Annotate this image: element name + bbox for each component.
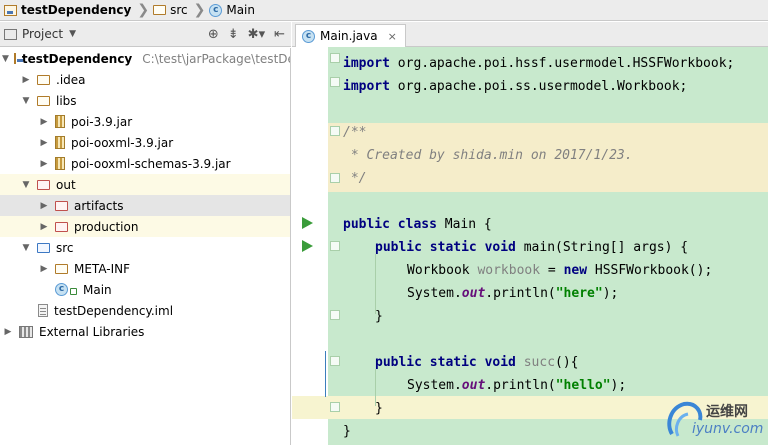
- code-line-class: public class Main {: [343, 217, 492, 232]
- excluded-folder-icon: [55, 200, 68, 211]
- jar-icon: [55, 115, 65, 128]
- code-line-main: public static void main(String[] args) {: [375, 240, 689, 255]
- code-line-2: import org.apache.poi.ss.usermodel.Workb…: [343, 79, 688, 94]
- gear-icon[interactable]: ✱▾: [248, 27, 265, 42]
- folder-icon: [153, 5, 167, 15]
- collapse-icon[interactable]: ⇟: [228, 27, 239, 42]
- breadcrumb-item-src[interactable]: src: [153, 0, 192, 21]
- project-panel-title: Project: [22, 27, 64, 41]
- tree-item-libs[interactable]: ▼ libs: [0, 90, 290, 111]
- tree-item-artifacts[interactable]: ▶ artifacts: [0, 195, 290, 216]
- breadcrumb-separator: ❯: [193, 2, 206, 18]
- jar-icon: [55, 136, 65, 149]
- hide-icon[interactable]: ⇤: [274, 27, 285, 42]
- project-tree: ▼ testDependency C:\test\jarPackage\test…: [0, 48, 291, 445]
- tree-item-main[interactable]: c Main: [0, 279, 290, 300]
- collapse-arrow-icon[interactable]: ▶: [2, 327, 14, 337]
- expand-arrow-icon[interactable]: ▼: [20, 180, 32, 190]
- code-line-close-succ: }: [375, 401, 383, 416]
- collapse-arrow-icon[interactable]: ▶: [38, 264, 50, 274]
- collapse-arrow-icon[interactable]: ▶: [38, 201, 50, 211]
- module-icon: [13, 53, 23, 64]
- module-path: C:\test\jarPackage\testDe: [142, 51, 291, 66]
- collapse-arrow-icon[interactable]: ▶: [38, 159, 50, 169]
- change-marker: [325, 351, 326, 397]
- close-icon[interactable]: ×: [388, 30, 397, 43]
- tree-item-idea[interactable]: ▶ .idea: [0, 69, 290, 90]
- editor-tabs: c Main.java ×: [292, 22, 768, 47]
- expand-arrow-icon[interactable]: ▼: [20, 96, 32, 106]
- project-panel-header: Project ▼ ⊕ ⇟ ✱▾ ⇤: [0, 22, 291, 47]
- class-icon: c: [55, 283, 68, 296]
- folder-icon: [37, 95, 50, 106]
- code-line-print-here: System.out.println("here");: [407, 286, 619, 301]
- excluded-folder-icon: [37, 179, 50, 190]
- folder-icon: [55, 263, 68, 274]
- run-main-icon[interactable]: [302, 240, 313, 252]
- project-icon: [4, 28, 17, 40]
- code-editor[interactable]: import org.apache.poi.hssf.usermodel.HSS…: [292, 47, 768, 445]
- watermark-cn: 运维网: [706, 404, 748, 420]
- collapse-arrow-icon[interactable]: ▶: [38, 222, 50, 232]
- code-line-1: import org.apache.poi.hssf.usermodel.HSS…: [343, 56, 735, 71]
- tree-item-poi-ooxml-schemas-jar[interactable]: ▶ poi-ooxml-schemas-3.9.jar: [0, 153, 290, 174]
- collapse-arrow-icon[interactable]: ▶: [38, 117, 50, 127]
- target-icon[interactable]: ⊕: [208, 27, 219, 42]
- tree-item-iml[interactable]: testDependency.iml: [0, 300, 290, 321]
- code-line-comment-1: /**: [343, 125, 367, 140]
- tree-item-poi-ooxml-jar[interactable]: ▶ poi-ooxml-3.9.jar: [0, 132, 290, 153]
- code-line-comment-2: * Created by shida.min on 2017/1/23.: [343, 148, 633, 163]
- code-lines: import org.apache.poi.hssf.usermodel.HSS…: [328, 47, 768, 445]
- code-line-print-hello: System.out.println("hello");: [407, 378, 627, 393]
- tab-label: Main.java: [320, 29, 378, 43]
- breadcrumb: testDependency ❯ src ❯ c Main: [0, 0, 768, 21]
- libraries-icon: [19, 325, 33, 338]
- folder-icon: [37, 74, 50, 85]
- tree-item-testdependency[interactable]: ▼ testDependency C:\test\jarPackage\test…: [0, 48, 291, 69]
- breadcrumb-item-project[interactable]: testDependency: [4, 0, 135, 21]
- collapse-arrow-icon[interactable]: ▶: [20, 75, 32, 85]
- iml-file-icon: [38, 304, 48, 317]
- code-line-comment-3: */: [343, 171, 367, 186]
- breadcrumb-item-main[interactable]: c Main: [209, 0, 259, 21]
- tab-main-java[interactable]: c Main.java ×: [295, 24, 406, 47]
- project-view-selector[interactable]: Project ▼: [4, 27, 76, 41]
- code-line-succ: public static void succ(){: [375, 355, 579, 370]
- source-folder-icon: [37, 242, 50, 253]
- code-line-workbook: Workbook workbook = new HSSFWorkbook();: [407, 263, 713, 278]
- tree-item-external-libraries[interactable]: ▶ External Libraries: [0, 321, 290, 342]
- tree-item-src[interactable]: ▼ src: [0, 237, 290, 258]
- watermark: 运维网 iyunv.com: [660, 394, 768, 445]
- tree-item-out[interactable]: ▼ out: [0, 174, 290, 195]
- tree-item-poi-jar[interactable]: ▶ poi-3.9.jar: [0, 111, 290, 132]
- class-icon: c: [209, 3, 223, 17]
- jar-icon: [55, 157, 65, 170]
- class-icon: c: [302, 29, 315, 43]
- tree-item-meta-inf[interactable]: ▶ META-INF: [0, 258, 290, 279]
- code-line-close-class: }: [343, 424, 351, 439]
- code-line-close-main: }: [375, 309, 383, 324]
- collapse-arrow-icon[interactable]: ▶: [38, 138, 50, 148]
- module-icon: [4, 4, 17, 16]
- expand-arrow-icon[interactable]: ▼: [20, 243, 32, 253]
- expand-arrow-icon[interactable]: ▼: [2, 54, 9, 64]
- excluded-folder-icon: [55, 221, 68, 232]
- breadcrumb-separator: ❯: [137, 2, 150, 18]
- chevron-down-icon: ▼: [69, 29, 76, 39]
- lock-icon: [70, 288, 77, 295]
- tree-item-production[interactable]: ▶ production: [0, 216, 290, 237]
- run-class-icon[interactable]: [302, 217, 313, 229]
- watermark-url: iyunv.com: [692, 421, 764, 437]
